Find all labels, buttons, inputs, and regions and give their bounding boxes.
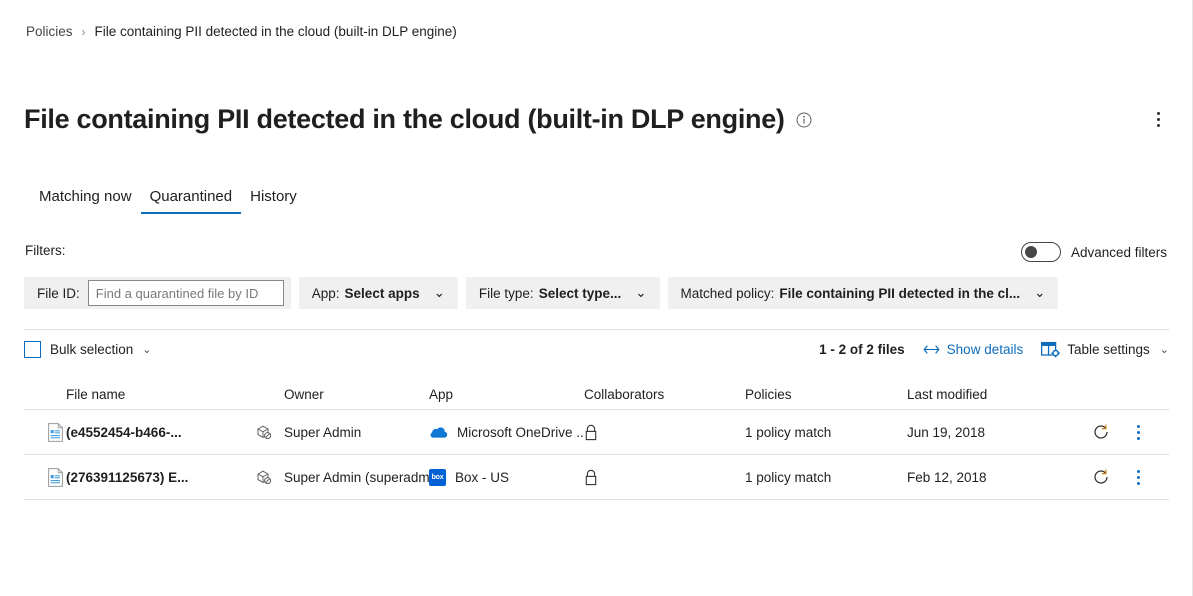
breadcrumb: Policies › File containing PII detected … bbox=[26, 24, 457, 39]
quarantined-files-table: File name Owner App Collaborators Polici… bbox=[24, 379, 1169, 500]
advanced-filters-label: Advanced filters bbox=[1071, 245, 1167, 260]
table-settings-label: Table settings bbox=[1067, 342, 1150, 357]
show-details-button[interactable]: Show details bbox=[923, 342, 1024, 357]
owner-name: Super Admin bbox=[284, 425, 429, 440]
table-settings-button[interactable]: Table settings ⌄ bbox=[1041, 341, 1169, 358]
column-header-policies: Policies bbox=[745, 387, 907, 402]
file-name[interactable]: (276391125673) E... bbox=[66, 470, 256, 485]
table-header-row: File name Owner App Collaborators Polici… bbox=[24, 379, 1169, 410]
bulk-selection-label: Bulk selection bbox=[50, 342, 133, 357]
matched-policy-filter-label: Matched policy: bbox=[681, 286, 775, 301]
more-dot bbox=[1157, 112, 1160, 115]
app-cell: Microsoft OneDrive ... bbox=[429, 425, 584, 440]
breadcrumb-current: File containing PII detected in the clou… bbox=[95, 24, 457, 39]
app-filter-label: App: bbox=[312, 286, 340, 301]
tab-history[interactable]: History bbox=[241, 188, 306, 214]
column-header-collaborators: Collaborators bbox=[584, 387, 745, 402]
more-vertical-icon[interactable] bbox=[1129, 421, 1147, 443]
policy-matches: 1 policy match bbox=[745, 425, 907, 440]
app-filter-value: Select apps bbox=[345, 286, 420, 301]
row-more-actions-button[interactable] bbox=[1123, 466, 1153, 488]
more-dot bbox=[1137, 431, 1140, 434]
column-header-app: App bbox=[429, 387, 584, 402]
page-title: File containing PII detected in the clou… bbox=[24, 104, 785, 135]
bulk-selection-checkbox[interactable] bbox=[24, 341, 41, 358]
more-vertical-icon[interactable] bbox=[1129, 466, 1147, 488]
lock-icon bbox=[584, 469, 745, 486]
chevron-down-icon[interactable]: ⌄ bbox=[142, 343, 151, 356]
restore-icon[interactable] bbox=[1079, 468, 1123, 486]
owner-name: Super Admin (superadmi... bbox=[284, 470, 429, 485]
filter-bar: File ID: App: Select apps ⌄ File type: S… bbox=[24, 277, 1058, 309]
tab-quarantined[interactable]: Quarantined bbox=[141, 188, 242, 214]
page-more-actions-button[interactable] bbox=[1147, 107, 1169, 133]
page-header: File containing PII detected in the clou… bbox=[24, 104, 1169, 135]
column-header-last-modified: Last modified bbox=[907, 387, 1079, 402]
onedrive-icon bbox=[429, 426, 448, 439]
table-settings-icon bbox=[1041, 341, 1060, 358]
last-modified: Jun 19, 2018 bbox=[907, 425, 1079, 440]
last-modified: Feb 12, 2018 bbox=[907, 470, 1079, 485]
info-circle-icon[interactable] bbox=[796, 112, 812, 128]
app-name: Microsoft OneDrive ... bbox=[457, 425, 584, 440]
table-row[interactable]: (e4552454-b466-... Super Admin Microsoft… bbox=[24, 410, 1169, 455]
column-header-file-name: File name bbox=[66, 387, 256, 402]
restore-icon[interactable] bbox=[1079, 423, 1123, 441]
file-id-input[interactable] bbox=[88, 280, 284, 306]
file-id-label: File ID: bbox=[37, 286, 80, 301]
box-icon: box bbox=[429, 469, 446, 486]
more-dot bbox=[1137, 476, 1140, 479]
app-filter-dropdown[interactable]: App: Select apps ⌄ bbox=[299, 277, 458, 309]
more-dot bbox=[1137, 437, 1140, 440]
result-count: 1 - 2 of 2 files bbox=[819, 342, 905, 357]
column-header-owner: Owner bbox=[284, 387, 429, 402]
app-cell: box Box - US bbox=[429, 469, 584, 486]
app-name: Box - US bbox=[455, 470, 509, 485]
chevron-down-icon: ⌄ bbox=[1034, 285, 1045, 301]
file-name[interactable]: (e4552454-b466-... bbox=[66, 425, 256, 440]
lock-icon bbox=[584, 424, 745, 441]
advanced-filters-control: Advanced filters bbox=[1021, 242, 1167, 262]
file-id-filter: File ID: bbox=[24, 277, 291, 309]
chevron-down-icon: ⌄ bbox=[1160, 343, 1169, 356]
file-type-filter-label: File type: bbox=[479, 286, 534, 301]
file-type-filter-value: Select type... bbox=[539, 286, 622, 301]
tab-list: Matching now Quarantined History bbox=[30, 188, 306, 214]
document-icon bbox=[24, 423, 66, 442]
more-dot bbox=[1157, 124, 1160, 127]
toolbar-right-group: 1 - 2 of 2 files Show details bbox=[819, 341, 1169, 358]
owner-badge-icon bbox=[256, 469, 284, 485]
more-dot bbox=[1137, 470, 1140, 473]
row-more-actions-button[interactable] bbox=[1123, 421, 1153, 443]
show-details-label: Show details bbox=[947, 342, 1024, 357]
matched-policy-filter-value: File containing PII detected in the cl..… bbox=[779, 286, 1020, 301]
file-type-filter-dropdown[interactable]: File type: Select type... ⌄ bbox=[466, 277, 660, 309]
chevron-down-icon: ⌄ bbox=[635, 285, 646, 301]
advanced-filters-toggle[interactable] bbox=[1021, 242, 1061, 262]
bulk-selection-control[interactable]: Bulk selection ⌄ bbox=[24, 341, 152, 358]
table-row[interactable]: (276391125673) E... Super Admin (superad… bbox=[24, 455, 1169, 500]
chevron-right-icon: › bbox=[82, 25, 86, 39]
owner-badge-icon bbox=[256, 424, 284, 440]
toggle-knob bbox=[1025, 246, 1037, 258]
table-toolbar: Bulk selection ⌄ 1 - 2 of 2 files Show d… bbox=[24, 329, 1169, 369]
filters-label: Filters: bbox=[25, 243, 66, 258]
chevron-down-icon: ⌄ bbox=[434, 285, 445, 301]
document-icon bbox=[24, 468, 66, 487]
tab-matching-now[interactable]: Matching now bbox=[30, 188, 141, 214]
matched-policy-filter-dropdown[interactable]: Matched policy: File containing PII dete… bbox=[668, 277, 1059, 309]
more-dot bbox=[1137, 482, 1140, 485]
more-dot bbox=[1157, 118, 1160, 121]
breadcrumb-policies-link[interactable]: Policies bbox=[26, 24, 73, 39]
policy-matches: 1 policy match bbox=[745, 470, 907, 485]
left-right-arrow-icon bbox=[923, 344, 940, 355]
more-dot bbox=[1137, 425, 1140, 428]
